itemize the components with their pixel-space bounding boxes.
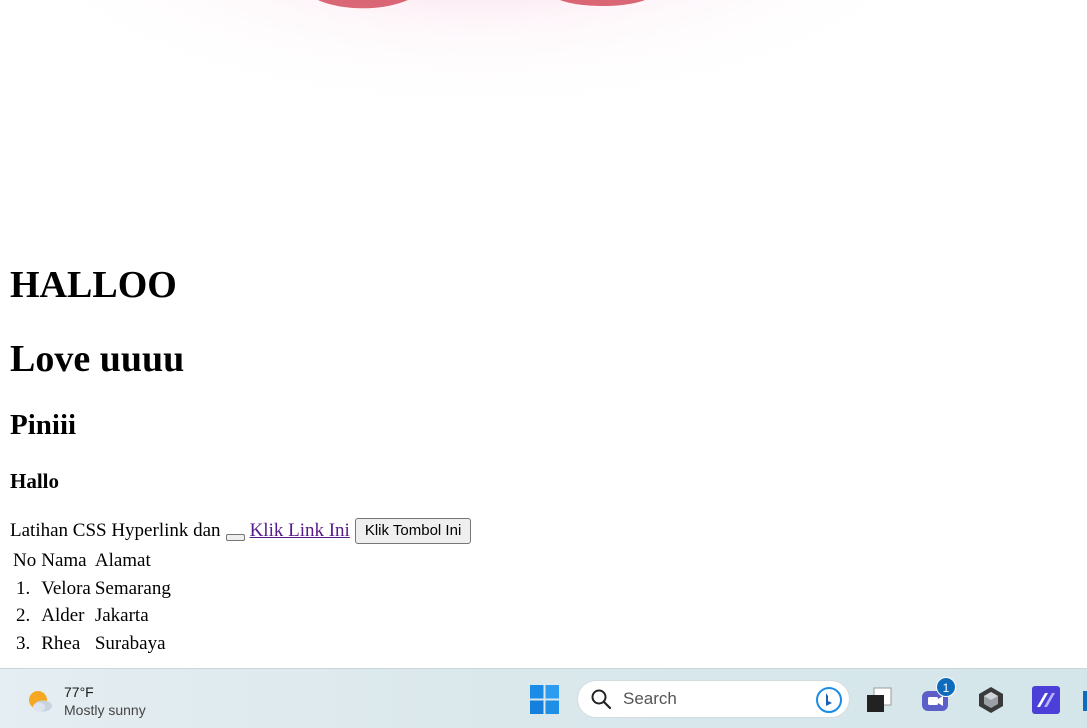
table-row: 3. Rhea Surabaya [12,632,172,658]
table-header: Nama [41,550,87,571]
browser-page: HALLOO Love uuuu Piniii Hallo Latihan CS… [0,0,1087,668]
windows-start-icon[interactable] [530,685,559,714]
partly-sunny-icon [29,691,52,712]
table-cell-name: Alder [41,605,85,626]
app-icon[interactable] [976,685,1006,715]
chat-badge: 1 [936,677,956,697]
hero-image-graphic [0,0,1087,231]
table-cell-address: Semarang [94,577,171,599]
table-row: 1. Velora Semarang [12,577,172,603]
table-row: 2. Alder Jakarta [12,604,172,630]
bing-icon[interactable] [815,686,843,714]
table-cell-address: Jakarta [94,605,149,626]
table-cell-no: 2. [16,605,31,626]
search-icon [591,689,612,710]
table-cell-name: Rhea [41,632,81,654]
weather-widget[interactable]: 77°F Mostly sunny [26,683,146,719]
hyperlink-line: Latihan CSS Hyperlink dan Klik Link Ini … [10,518,472,544]
hero-image [0,0,1087,231]
table-header: No [13,550,37,571]
table-header-row: No Nama Alamat [12,549,172,575]
weather-condition: Mostly sunny [64,702,146,718]
data-table: No Nama Alamat 1. Velora Semarang 2. Ald… [10,547,174,659]
heading-halloo: HALLOO [10,264,177,306]
table-cell-address: Surabaya [94,632,166,654]
taskbar-search-box[interactable]: Search [577,680,850,718]
taskbar: 77°F Mostly sunny Search 1 [0,668,1087,728]
heading-piniii: Piniii [10,409,77,441]
task-view-icon[interactable] [864,685,894,715]
table-header: Alamat [94,550,151,571]
weather-temperature: 77°F [64,684,94,700]
heading-love: Love uuuu [10,338,185,380]
search-placeholder: Search [623,689,677,708]
click-button[interactable]: Klik Tombol Ini [354,518,472,544]
taskbar-overflow-edge [1083,691,1087,711]
visual-studio-icon[interactable] [1031,685,1061,715]
table-cell-name: Velora [41,577,91,599]
table-cell-no: 1. [16,577,31,599]
intro-text: Latihan CSS Hyperlink dan [10,520,221,541]
table-cell-no: 3. [16,632,31,654]
click-link[interactable]: Klik Link Ini [250,520,350,542]
heading-hallo: Hallo [10,469,60,493]
teams-chat-button[interactable]: 1 [920,677,956,715]
empty-button[interactable] [225,533,245,541]
